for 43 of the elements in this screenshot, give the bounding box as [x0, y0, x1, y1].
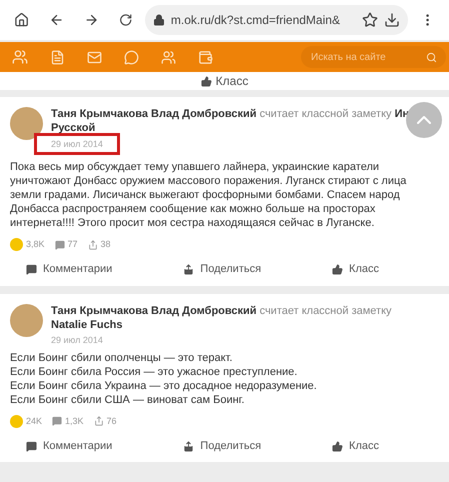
download-icon[interactable] — [384, 12, 400, 28]
post-text: Пока весь мир обсуждает тему упавшего лайнера, украинские каратели уничтожают Донбасс оружием массового поражения. Луганск стирают с лица земли градами. Лисичанск выжегают фосфорными бомбами. Спасем народ Донбасса распространяем сообщение как можно больше на просторах интернета!!!! Этого просит моя сестра находящаяся сейчас в Луганске. — [10, 160, 408, 230]
like-button[interactable]: Класс — [200, 72, 248, 90]
post-text: Если Боинг сбила Россия — это ужасное преступление. — [10, 364, 298, 378]
share-icon — [183, 264, 194, 275]
post-header: Таня Крымчакова Влад Домбровский считает классной заметку Natalie Fuchs — [51, 304, 393, 332]
comments-button[interactable]: Комментарии — [26, 261, 112, 278]
likes-count: 24K — [26, 414, 42, 428]
share-icon — [88, 240, 98, 250]
like-icon — [10, 414, 23, 428]
url-text: m.ok.ru/dk?st.cmd=friendMain& — [170, 12, 341, 29]
comment-icon — [26, 440, 37, 452]
search-field[interactable]: Искать на сайте — [301, 46, 446, 68]
post-date: 29 июл 2014 — [34, 133, 120, 155]
comments-button[interactable]: Комментарии — [26, 438, 112, 454]
shares-count: 38 — [100, 238, 111, 251]
comment-icon — [26, 264, 37, 275]
reload-icon[interactable] — [119, 12, 133, 28]
comment-icon — [52, 416, 62, 426]
thumbs-up-icon — [200, 76, 212, 86]
post-text: Если Боинг сбила Украина — это досадное недоразумение. — [10, 378, 318, 392]
share-button[interactable]: Поделиться — [183, 438, 262, 454]
thumbs-up-icon — [332, 264, 344, 275]
likes-count: 3,8K — [26, 238, 45, 251]
lock-icon — [152, 14, 165, 26]
post-text: Если Боинг сбили ополченцы — это теракт. — [10, 350, 234, 364]
like-button[interactable]: Класс — [332, 438, 379, 454]
home-icon[interactable] — [14, 11, 30, 29]
like-button[interactable]: Класс — [332, 261, 379, 278]
shares-count: 76 — [106, 414, 117, 428]
comment-icon — [54, 240, 65, 250]
thumbs-up-icon — [332, 440, 344, 452]
comments-count: 77 — [68, 238, 78, 251]
share-button[interactable]: Поделиться — [183, 261, 262, 278]
star-icon[interactable] — [362, 12, 378, 28]
share-icon — [183, 440, 194, 452]
like-icon — [10, 238, 23, 252]
share-icon — [94, 416, 104, 426]
address-bar[interactable]: m.ok.ru/dk?st.cmd=friendMain& — [144, 5, 408, 35]
avatar[interactable] — [10, 107, 43, 140]
post-text: Если Боинг сбили США — виноват сам Боинг. — [10, 392, 246, 406]
comments-count: 1,3K — [65, 414, 84, 428]
post-date: 29 июл 2014 — [51, 334, 103, 346]
